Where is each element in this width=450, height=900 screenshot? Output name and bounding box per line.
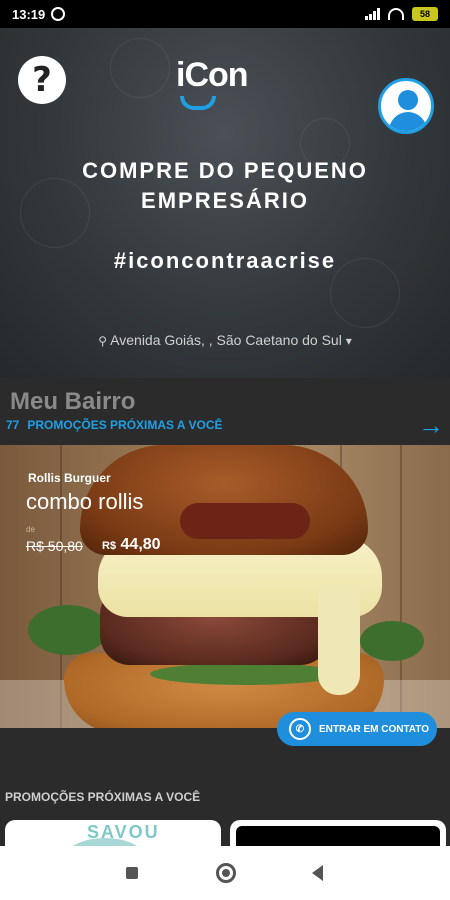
thumbnail-text: SAVOU: [87, 822, 160, 842]
logo-text: iCon: [176, 56, 249, 94]
hero-hashtag: #iconcontraacrise: [113, 248, 337, 273]
promo-count: 77: [6, 418, 20, 432]
location-selector[interactable]: ⚲ Avenida Goiás, , São Caetano do Sul ▾: [0, 332, 450, 348]
pin-icon: ⚲: [98, 334, 108, 348]
recents-button[interactable]: [126, 867, 138, 879]
profile-button[interactable]: [378, 78, 434, 134]
hero-headline: COMPRE DO PEQUENO EMPRESÁRIO: [0, 156, 450, 216]
help-button[interactable]: ?: [18, 56, 66, 104]
profile-icon: [398, 90, 418, 110]
promo-card[interactable]: Rollis Burguer combo rollis de R$ 50,80 …: [0, 445, 450, 728]
old-price: R$ 50,80: [26, 538, 83, 554]
whatsapp-notification-icon: [51, 7, 66, 21]
price-label: de: [26, 525, 35, 534]
currency: R$: [102, 540, 117, 552]
bairro-subtitle: 77 PROMOÇÕES PRÓXIMAS A VOCÊ: [6, 418, 223, 432]
new-price-value: 44,80: [120, 536, 161, 553]
system-nav-bar: [0, 846, 450, 900]
location-text: Avenida Goiás, , São Caetano do Sul: [110, 332, 342, 348]
help-icon: ?: [32, 60, 52, 100]
bairro-title: Meu Bairro: [10, 388, 136, 415]
profile-icon-body: [389, 112, 427, 131]
burger-lettuce: [28, 605, 108, 655]
arrow-right-icon[interactable]: →: [418, 412, 444, 438]
background-doodle: [110, 38, 170, 98]
wifi-icon: [388, 8, 404, 20]
status-bar: 13:19 58: [0, 0, 450, 28]
product-name: combo rollis: [26, 489, 144, 514]
burger-bacon: [180, 503, 310, 539]
bairro-subtitle-text: PROMOÇÕES PRÓXIMAS A VOCÊ: [27, 418, 223, 432]
burger-cheese-drip: [318, 585, 360, 695]
burger-lettuce: [150, 663, 340, 685]
battery-icon: 58: [412, 7, 438, 21]
status-time: 13:19: [12, 6, 46, 22]
home-button[interactable]: [216, 863, 236, 883]
signal-icon: [365, 8, 380, 20]
section-title: PROMOÇÕES PRÓXIMAS A VOCÊ: [5, 790, 201, 804]
headline-line-2: EMPRESÁRIO: [141, 188, 309, 213]
status-icons: 58: [365, 7, 438, 21]
caret-down-icon: ▾: [345, 334, 352, 348]
back-button[interactable]: [312, 865, 323, 881]
contact-label: ENTRAR EM CONTATO: [319, 723, 429, 735]
new-price: R$ 44,80: [102, 536, 161, 554]
contact-button[interactable]: ✆ ENTRAR EM CONTATO: [277, 712, 437, 746]
store-name: Rollis Burguer: [28, 471, 111, 485]
headline-line-1: COMPRE DO PEQUENO: [82, 158, 368, 183]
whatsapp-icon: ✆: [289, 718, 311, 740]
bairro-section: Meu Bairro 77 PROMOÇÕES PRÓXIMAS A VOCÊ →: [0, 378, 450, 444]
app-logo: iCon: [176, 52, 276, 122]
logo-smile-icon: [180, 96, 216, 110]
hero-banner: ? iCon COMPRE DO PEQUENO EMPRESÁRIO #ico…: [0, 28, 450, 378]
